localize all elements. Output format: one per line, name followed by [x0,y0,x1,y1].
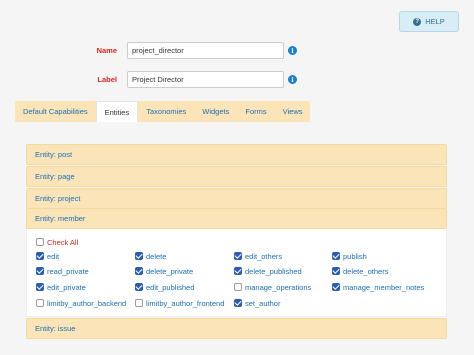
capability-checkbox[interactable]: publish [332,251,367,261]
capability-checkbox[interactable]: read_private [36,266,89,276]
tab-entities[interactable]: Entities [95,101,139,122]
capability-label: limitby_author_frontend [146,298,225,308]
capability-box[interactable] [234,283,242,291]
label-row: Label i [0,71,474,89]
capability-label: edit_others [245,251,283,261]
panel-entity-post[interactable]: Entity: post [26,144,447,165]
name-info-icon[interactable]: i [288,46,297,55]
capability-checkbox[interactable]: edit [36,251,59,261]
capability-label: read_private [47,266,89,276]
help-icon: ? [413,17,422,26]
panel-entity-issue[interactable]: Entity: issue [26,318,447,339]
label-label: Label [97,75,117,84]
capability-box[interactable] [234,299,242,307]
tab-default-capabilities[interactable]: Default Capabilities [15,101,96,122]
capability-checkbox[interactable]: delete [135,251,166,261]
tab-taxonomies[interactable]: Taxonomies [138,101,194,122]
panel-entity-project[interactable]: Entity: project [26,188,447,209]
check-all-checkbox[interactable]: Check All [36,237,78,247]
capability-label: edit_private [47,282,86,292]
capability-box[interactable] [36,252,44,260]
capability-checkbox[interactable]: delete_others [332,266,388,276]
capability-label: delete [146,251,167,261]
capability-checkbox[interactable]: delete_private [135,266,193,276]
capability-label: manage_member_notes [343,282,425,292]
capability-box[interactable] [135,267,143,275]
capability-checkbox[interactable]: limitby_author_backend [36,298,126,308]
capability-label: edit_published [146,282,195,292]
capability-checkbox[interactable]: limitby_author_frontend [135,298,224,308]
capability-label: edit [47,251,60,261]
capability-box[interactable] [234,267,242,275]
capability-checkbox[interactable]: manage_operations [234,282,311,292]
capability-label: manage_operations [245,282,312,292]
capability-box[interactable] [36,283,44,291]
capability-box[interactable] [36,267,44,275]
capability-box[interactable] [135,252,143,260]
capability-tabs: Default Capabilities Entities Taxonomies… [15,101,311,122]
label-input[interactable] [127,71,284,88]
capability-checkbox[interactable]: edit_published [135,282,194,292]
capability-label: delete_published [245,266,302,276]
capability-checkbox[interactable]: manage_member_notes [332,282,424,292]
capability-checkbox[interactable]: set_author [234,298,280,308]
capability-checkbox[interactable]: edit_others [234,251,282,261]
capability-box[interactable] [234,252,242,260]
capability-box[interactable] [135,299,143,307]
check-all-box[interactable] [36,238,44,246]
name-label: Name [96,46,117,55]
capability-checkbox[interactable]: edit_private [36,282,86,292]
capability-box[interactable] [332,283,340,291]
tab-widgets[interactable]: Widgets [194,101,237,122]
tab-views[interactable]: Views [275,101,311,122]
capability-label: delete_private [146,266,194,276]
capability-label: publish [343,251,367,261]
capability-label: limitby_author_backend [47,298,127,308]
check-all-label: Check All [47,237,79,247]
panel-entity-page[interactable]: Entity: page [26,166,447,187]
panel-entity-member[interactable]: Entity: member [26,208,447,229]
tab-forms[interactable]: Forms [237,101,274,122]
capability-box[interactable] [36,299,44,307]
name-input[interactable] [127,42,284,59]
capability-label: delete_others [343,266,389,276]
member-capabilities: Check All edit delete edit_others publis… [26,229,447,317]
capability-checkbox[interactable]: delete_published [234,266,302,276]
help-button[interactable]: ? HELP [399,11,459,32]
capability-label: set_author [245,298,281,308]
name-row: Name i [0,42,474,60]
capability-box[interactable] [332,252,340,260]
capability-box[interactable] [135,283,143,291]
label-info-icon[interactable]: i [288,75,297,84]
capability-box[interactable] [332,267,340,275]
help-label: HELP [425,17,445,26]
